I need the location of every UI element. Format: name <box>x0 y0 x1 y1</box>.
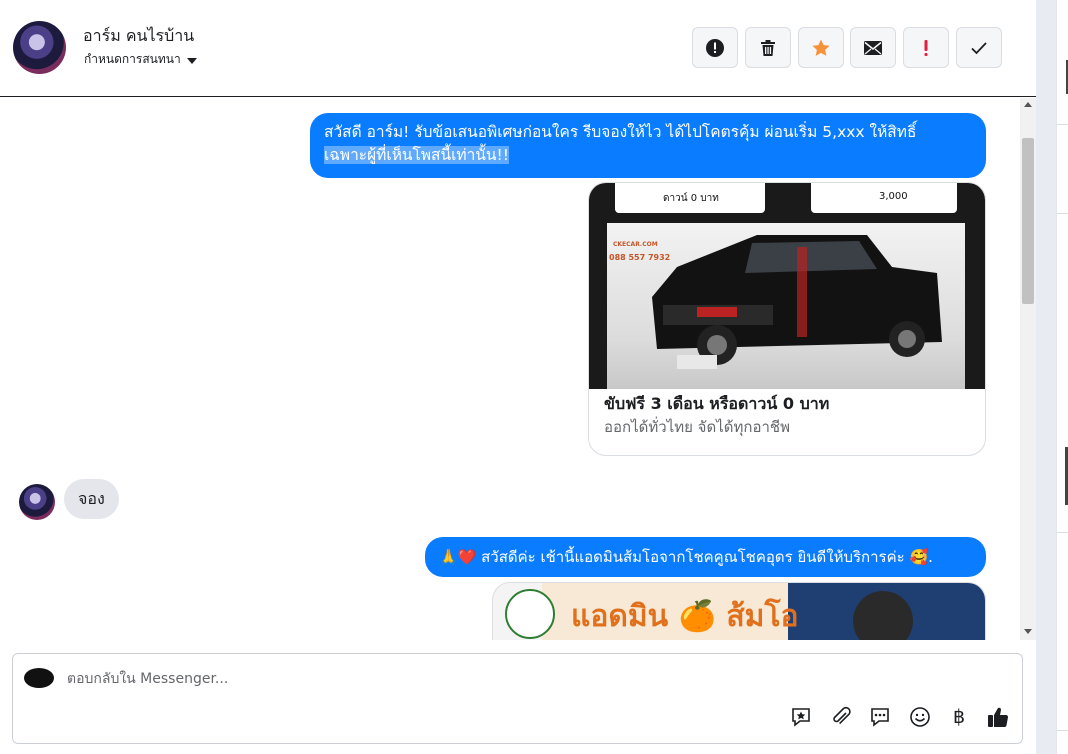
mark-done-button[interactable] <box>956 27 1002 68</box>
attachment-title: ขับฟรี 3 เดือน หรือดาวน์ 0 บาท <box>604 394 830 413</box>
thumbs-up-icon <box>988 707 1009 728</box>
attachment-subtitle: ออกได้ทั่วไทย จัดได้ทุกอาชีพ <box>604 418 790 436</box>
mark-unread-button[interactable] <box>850 27 896 68</box>
payment-button[interactable]: ฿ <box>946 704 972 730</box>
saved-reply-button[interactable] <box>788 704 814 730</box>
page-avatar <box>24 668 54 688</box>
incoming-message[interactable]: จอง <box>64 479 119 519</box>
message-line: สวัสดี อาร์ม! รับข้อเสนอพิเศษก่อนใคร รีบ… <box>324 123 917 141</box>
conversation-settings-label: กำหนดการสนทนา <box>84 52 181 66</box>
emoji-button[interactable] <box>907 704 933 730</box>
conversation-settings-dropdown[interactable]: กำหนดการสนทนา <box>84 50 197 69</box>
banner-text: แอดมิน 🍊 ส้มโอ <box>571 599 799 634</box>
message-line-highlighted: เฉพาะผู้ที่เห็นโพสนี้เท่านั้น!! <box>324 146 509 164</box>
scroll-down-arrow-icon[interactable] <box>1024 629 1032 634</box>
contact-details-panel <box>1056 0 1068 754</box>
dealer-logo-icon <box>505 589 555 639</box>
like-button[interactable] <box>985 704 1011 730</box>
outgoing-message[interactable]: สวัสดี อาร์ม! รับข้อเสนอพิเศษก่อนใคร รีบ… <box>310 113 986 178</box>
thread-scrollbar[interactable] <box>1020 98 1036 640</box>
quick-replies-button[interactable] <box>867 704 893 730</box>
attachment-banner-image[interactable]: แอดมิน 🍊 ส้มโอ <box>492 582 986 640</box>
mark-important-button[interactable] <box>903 27 949 68</box>
exclamation-icon <box>924 39 928 56</box>
check-icon <box>971 41 987 54</box>
star-bubble-icon <box>792 708 810 727</box>
reply-input[interactable] <box>67 668 967 690</box>
image-caption-left: ดาวน์ 0 บาท <box>663 193 719 204</box>
outgoing-message[interactable]: 🙏❤️ สวัสดีค่ะ เช้านี้แอดมินส้มโอจากโชคคู… <box>425 537 986 577</box>
report-spam-button[interactable] <box>692 27 738 68</box>
admin-photo <box>853 591 913 640</box>
baht-icon: ฿ <box>952 706 966 728</box>
pickup-truck-icon <box>652 235 942 369</box>
paperclip-icon <box>833 706 851 725</box>
chat-dots-icon <box>871 708 889 727</box>
attachment-card[interactable]: ดาวน์ 0 บาท 3,000 CKECAR.COM 088 557 793… <box>588 182 986 456</box>
conversation-header: อาร์ม คนไรบ้าน กำหนดการสนทนา <box>0 0 1036 97</box>
scrollbar-thumb[interactable] <box>1022 138 1034 304</box>
caret-down-icon <box>186 57 197 64</box>
panel-divider <box>1036 0 1056 754</box>
envelope-icon <box>864 40 882 55</box>
smiley-icon <box>910 707 930 727</box>
messenger-inbox: อาร์ม คนไรบ้าน กำหนดการสนทนา สวัสดี อาร์… <box>0 0 1068 754</box>
attachment-image: ดาวน์ 0 บาท 3,000 CKECAR.COM 088 557 793… <box>589 183 985 389</box>
contact-avatar[interactable] <box>13 21 66 74</box>
image-caption-right: 3,000 <box>879 191 908 202</box>
trash-icon <box>761 39 775 56</box>
message-thread[interactable]: สวัสดี อาร์ม! รับข้อเสนอพิเศษก่อนใคร รีบ… <box>0 98 1020 640</box>
contact-name[interactable]: อาร์ม คนไรบ้าน <box>83 24 194 49</box>
scroll-up-arrow-icon[interactable] <box>1024 102 1032 107</box>
star-icon <box>812 39 830 56</box>
star-button[interactable] <box>798 27 844 68</box>
reply-composer: ฿ <box>12 653 1023 744</box>
alert-circle-icon <box>706 38 724 57</box>
delete-button[interactable] <box>745 27 791 68</box>
sender-avatar[interactable] <box>19 484 55 520</box>
attach-button[interactable] <box>828 704 854 730</box>
